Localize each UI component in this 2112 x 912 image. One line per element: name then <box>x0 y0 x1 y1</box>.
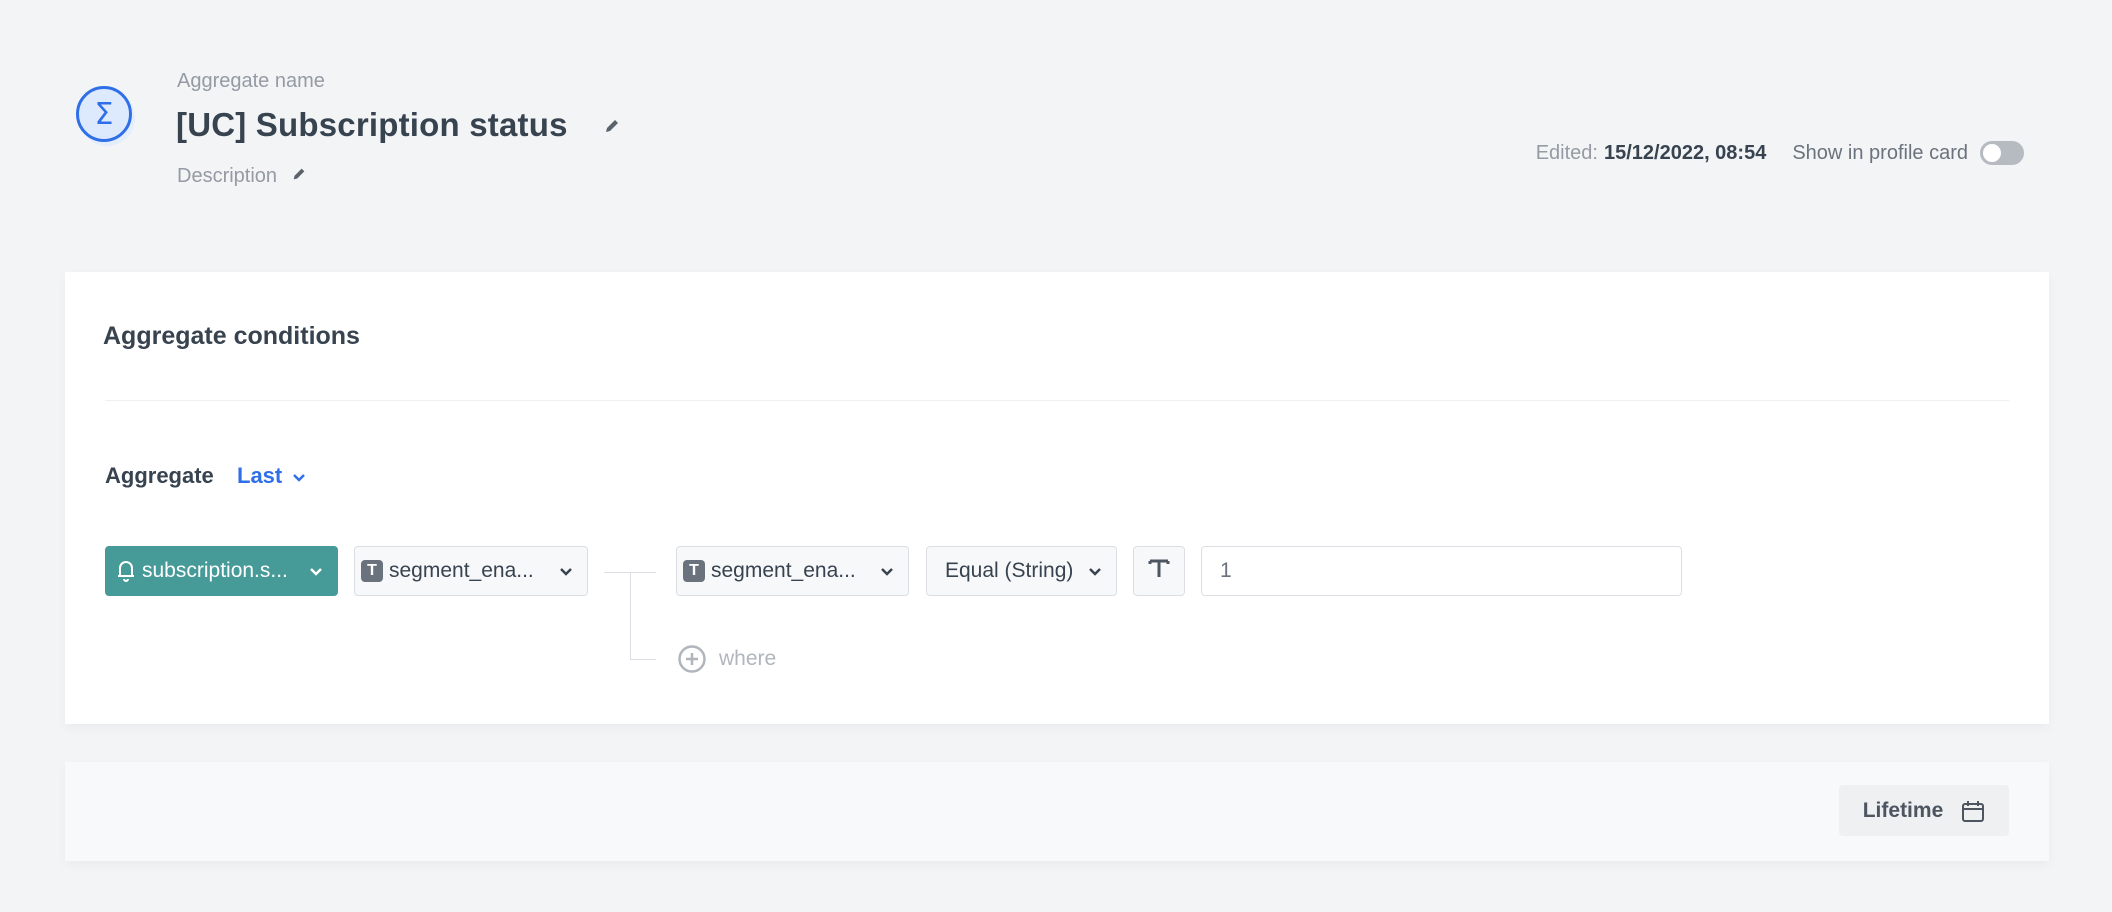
event-select-value: subscription.s... <box>142 559 288 582</box>
meta-info: Edited: 15/12/2022, 08:54 Show in profil… <box>1536 141 2024 165</box>
description-label: Description <box>177 165 278 187</box>
tree-connector <box>630 572 631 659</box>
aggregate-function-select[interactable]: Last <box>237 463 306 489</box>
value-type-button[interactable] <box>1133 546 1185 596</box>
where-label: where <box>719 647 777 670</box>
value-input[interactable] <box>1201 546 1682 596</box>
description-edit[interactable]: Description <box>177 165 307 188</box>
chevron-down-icon <box>880 559 894 583</box>
aggregate-sigma-icon: Σ <box>76 86 132 142</box>
parameter-select[interactable]: T segment_ena... <box>354 546 588 596</box>
aggregate-name-label: Aggregate name <box>177 70 325 92</box>
tree-connector <box>630 659 656 660</box>
filter-parameter-select[interactable]: T segment_ena... <box>676 546 909 596</box>
add-where-button[interactable]: where <box>677 644 776 674</box>
show-in-profile-label: Show in profile card <box>1792 141 1968 164</box>
text-type-icon: T <box>683 560 705 582</box>
event-select[interactable]: subscription.s... <box>105 546 338 596</box>
aggregate-title: [UC] Subscription status <box>176 106 568 143</box>
plus-circle-icon <box>677 644 707 674</box>
bell-icon <box>116 559 136 583</box>
operator-select-value: Equal (String) <box>945 559 1074 582</box>
text-type-icon <box>1148 557 1170 585</box>
aggregate-conditions-card: Aggregate conditions Aggregate Last subs… <box>65 272 2049 724</box>
filter-parameter-select-value: segment_ena... <box>711 559 856 582</box>
aggregate-function-value: Last <box>237 463 283 488</box>
edited-label: Edited: <box>1535 141 1598 164</box>
divider <box>105 400 2009 401</box>
operator-select[interactable]: Equal (String) <box>926 546 1117 596</box>
chevron-down-icon <box>292 463 306 489</box>
chevron-down-icon <box>559 559 573 583</box>
edit-description-pencil-icon[interactable] <box>291 165 307 188</box>
chevron-down-icon <box>1088 559 1102 583</box>
card-title: Aggregate conditions <box>103 322 360 350</box>
calendar-icon <box>1961 799 1985 823</box>
period-footer: Lifetime <box>65 762 2049 861</box>
period-select-button[interactable]: Lifetime <box>1839 785 2009 836</box>
edit-title-pencil-icon[interactable] <box>603 117 621 135</box>
show-in-profile-toggle[interactable] <box>1980 141 2024 165</box>
parameter-select-value: segment_ena... <box>389 559 534 582</box>
aggregate-label: Aggregate <box>105 463 214 488</box>
period-label: Lifetime <box>1862 798 1944 822</box>
text-type-icon: T <box>361 560 383 582</box>
edited-value: 15/12/2022, 08:54 <box>1603 141 1767 164</box>
chevron-down-icon <box>309 559 323 583</box>
